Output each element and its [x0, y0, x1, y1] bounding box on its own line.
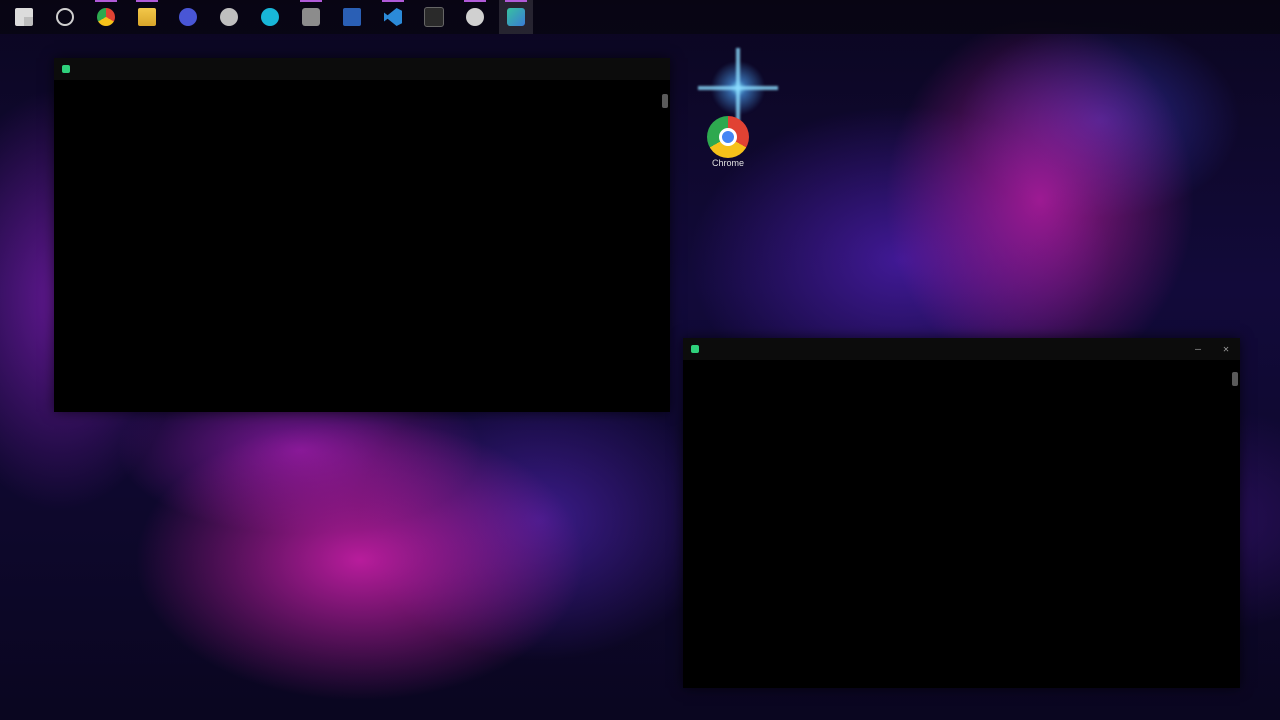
taskbar-visual-studio[interactable] [335, 0, 369, 34]
terminal-output[interactable] [683, 360, 1240, 476]
chrome-icon [707, 116, 749, 158]
terminal-icon [507, 8, 525, 26]
start-button[interactable] [7, 0, 41, 34]
scrollbar-thumb[interactable] [1232, 372, 1238, 386]
taskbar-app-grey[interactable] [294, 0, 328, 34]
taskbar-file-explorer[interactable] [130, 0, 164, 34]
chrome-icon [97, 8, 115, 26]
taskbar-vscode[interactable] [376, 0, 410, 34]
app-icon [302, 8, 320, 26]
taskbar-settings[interactable] [212, 0, 246, 34]
gear-icon [220, 8, 238, 26]
star-glow [706, 56, 770, 120]
search-icon [56, 8, 74, 26]
taskbar-terminal[interactable] [417, 0, 451, 34]
taskbar-snipping[interactable] [458, 0, 492, 34]
terminal-output[interactable] [54, 80, 670, 248]
taskbar-chrome[interactable] [89, 0, 123, 34]
terminal-icon [424, 7, 444, 27]
terminal-window-left[interactable] [54, 58, 670, 412]
window-titlebar[interactable]: — ✕ [683, 338, 1240, 360]
terminal-icon [691, 345, 699, 353]
desktop-icon-chrome[interactable]: Chrome [698, 116, 758, 168]
windows-icon [15, 8, 33, 26]
taskbar-app-blue[interactable] [171, 0, 205, 34]
taskbar-terminal-preview[interactable] [499, 0, 533, 34]
minimize-button[interactable]: — [1184, 344, 1212, 355]
folder-icon [138, 8, 156, 26]
app-icon [179, 8, 197, 26]
taskbar-app-cyan[interactable] [253, 0, 287, 34]
app-icon [261, 8, 279, 26]
scrollbar-thumb[interactable] [662, 94, 668, 108]
window-titlebar[interactable] [54, 58, 670, 80]
taskbar [0, 0, 1280, 34]
close-button[interactable]: ✕ [1212, 344, 1240, 355]
terminal-window-right[interactable]: — ✕ [683, 338, 1240, 688]
vscode-icon [384, 8, 402, 26]
desktop-icon-label: Chrome [711, 158, 744, 168]
visual-studio-icon [343, 8, 361, 26]
snip-icon [466, 8, 484, 26]
terminal-icon [62, 65, 70, 73]
search-button[interactable] [48, 0, 82, 34]
